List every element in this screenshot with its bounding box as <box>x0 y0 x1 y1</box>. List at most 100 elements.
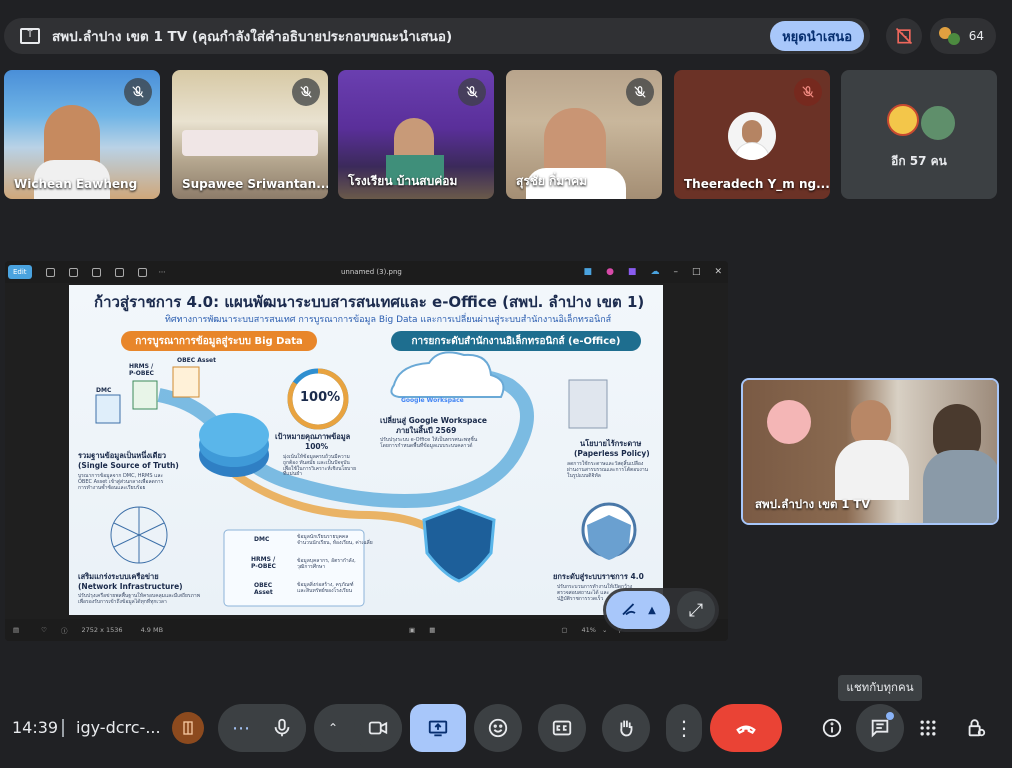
more-participants-label: อีก 57 คน <box>891 154 947 168</box>
share-icon[interactable] <box>114 267 124 277</box>
participant-video <box>182 130 318 156</box>
paperless-desc: ลดการใช้กระดาษและวัสดุสิ้นเปลือง ผ่านงาน… <box>567 461 649 479</box>
participant-tile[interactable]: สุรชัย กิ่มาคม <box>506 70 662 199</box>
annotate-button[interactable]: ▲ <box>606 591 670 629</box>
avatar <box>728 112 776 160</box>
edit-button[interactable]: Edit <box>8 265 32 279</box>
file-size: 4.9 MB <box>140 626 164 634</box>
no-camera-room-button[interactable] <box>886 18 922 54</box>
rotate-icon[interactable] <box>45 267 55 277</box>
microphone-button[interactable] <box>258 704 306 752</box>
self-view-name: สพป.ลำปาง เขต 1 TV <box>755 497 871 511</box>
fit-icon[interactable]: ▣ <box>409 626 415 634</box>
meeting-clock: 14:39 <box>12 718 59 737</box>
avatar <box>919 104 957 142</box>
participant-tile[interactable]: Supawee Sriwantan... <box>172 70 328 199</box>
end-call-icon <box>736 725 756 735</box>
raise-hand-button[interactable] <box>602 704 650 752</box>
aspect-icon[interactable]: ▢ <box>561 626 567 634</box>
close-icon[interactable]: ✕ <box>714 267 722 277</box>
quality-percent: 100% <box>300 390 341 405</box>
presentation-banner: สพป.ลำปาง เขต 1 TV (คุณกำลังใส่คำอธิบายป… <box>4 18 870 54</box>
mic-off-icon <box>292 78 320 106</box>
more-participants-tile[interactable]: อีก 57 คน <box>841 70 997 199</box>
avatar <box>948 33 960 45</box>
obec-asset-label: OBEC Asset <box>177 357 216 364</box>
chevron-up-icon[interactable]: ⌃ <box>328 721 338 735</box>
favorite-icon[interactable]: ♡ <box>41 626 47 634</box>
participant-name: โรงเรียน บ้านสบค่อม <box>348 174 458 188</box>
google-workspace-logo: Google Workspace <box>401 397 464 404</box>
quality-desc: มุ่งเน้นให้ข้อมูลครบถ้วนมีความ ถูกต้อง ท… <box>283 454 357 478</box>
present-screen-icon <box>428 720 448 737</box>
apps-grid-icon <box>920 720 936 736</box>
legend-desc: ข้อมูลนักเรียนรายบุคคล จำนวนนักเรียน, ห้… <box>297 534 373 546</box>
expand-button[interactable]: ⤢ <box>677 591 715 629</box>
chevron-up-icon: ▲ <box>648 604 656 616</box>
camera-button[interactable] <box>354 704 402 752</box>
participant-tile[interactable]: Theeradech Y_m ng... <box>674 70 830 199</box>
pen-squiggle-icon <box>622 603 636 616</box>
quality-target: 100% <box>305 442 329 451</box>
mic-off-icon <box>124 78 152 106</box>
participant-tile[interactable]: Wichean Eawheng <box>4 70 160 199</box>
host-controls-button[interactable] <box>960 712 992 744</box>
more-options-button[interactable]: ⋮ <box>666 704 702 752</box>
captions-button[interactable] <box>538 704 586 752</box>
leave-call-button[interactable] <box>710 704 782 752</box>
legend-tag: DMC <box>254 536 270 543</box>
gw-desc: ปรับปรุงระบบ e-Office ให้เป็นทรรศนะพหุชิ… <box>380 437 478 449</box>
room-icon[interactable] <box>172 712 204 744</box>
print-icon[interactable] <box>91 267 101 277</box>
participant-name: Supawee Sriwantan... <box>182 177 328 191</box>
meeting-details-button[interactable] <box>816 712 848 744</box>
activities-button[interactable] <box>912 712 944 744</box>
notification-dot <box>886 712 894 720</box>
file-name: unnamed (3).png <box>341 268 402 276</box>
clipchamp-icon[interactable]: ■ <box>628 267 637 277</box>
photos-icon[interactable]: ■ <box>584 267 593 277</box>
info-icon[interactable]: ⓘ <box>61 625 68 635</box>
more-vert-icon: ⋮ <box>674 716 694 740</box>
chevron-down-icon[interactable]: ⌄ <box>602 626 607 634</box>
mic-off-icon <box>458 78 486 106</box>
self-view-tile[interactable]: สพป.ลำปาง เขต 1 TV <box>741 378 999 525</box>
camera-icon <box>368 721 388 735</box>
filmstrip-icon[interactable]: ▤ <box>13 626 19 634</box>
slideshow-icon[interactable] <box>137 267 147 277</box>
reactions-button[interactable] <box>474 704 522 752</box>
gov40-title: ยกระดับสู่ระบบราชการ 4.0 <box>553 572 644 581</box>
network-desc: ปรับปรุงเครือข่ายพลพื้นฐานให้ครอบคลุมและ… <box>78 593 201 605</box>
participant-tile[interactable]: โรงเรียน บ้านสบค่อม <box>338 70 494 199</box>
maximize-icon[interactable]: □ <box>692 267 701 277</box>
legend-tag: HRMS / P-OBEC <box>251 556 276 570</box>
single-source-subtitle: (Single Source of Truth) <box>78 461 179 470</box>
participant-name: สุรชัย กิ่มาคม <box>516 174 587 188</box>
hand-icon <box>620 720 633 737</box>
minimize-icon[interactable]: – <box>673 267 678 277</box>
chat-button[interactable] <box>856 704 904 752</box>
people-button[interactable]: 64 <box>930 18 996 54</box>
copilot-icon[interactable]: ● <box>606 267 614 277</box>
stop-presenting-button[interactable]: หยุดนำเสนอ <box>770 21 864 51</box>
emoji-icon <box>488 718 508 738</box>
meeting-code[interactable]: igy-dcrc-... <box>76 718 161 737</box>
more-icon[interactable]: ⋯ <box>159 268 166 276</box>
compare-icon[interactable]: ▦ <box>429 626 435 634</box>
cloud-off-icon[interactable]: ☁ <box>650 267 659 277</box>
legend-tag: OBEC Asset <box>254 582 273 596</box>
gw-deadline: ภายในสิ้นปี 2569 <box>396 426 457 435</box>
delete-icon[interactable] <box>68 267 78 277</box>
mic-control-group: ⋯ <box>218 704 306 752</box>
legend-desc: ข้อมูลสิ่งก่อสร้าง, ครุภัณฑ์ และสินทรัพย… <box>297 582 354 594</box>
camera-control-group: ⌃ <box>314 704 402 752</box>
chat-icon <box>871 719 889 738</box>
more-audio-options-icon[interactable]: ⋯ <box>232 718 250 739</box>
viewer-toolbar: Edit ⋯ unnamed (3).png ■ ● ■ ☁ – □ ✕ <box>5 261 728 283</box>
present-button[interactable] <box>410 704 466 752</box>
microphone-icon <box>274 718 290 737</box>
network-title: เสริมแกร่งระบบเครือข่าย <box>78 572 159 581</box>
single-source-title: รวมฐานข้อมูลเป็นหนึ่งเดียว <box>78 451 167 460</box>
paperless-subtitle: (Paperless Policy) <box>574 449 650 458</box>
zoom-level[interactable]: 41% <box>582 626 596 634</box>
